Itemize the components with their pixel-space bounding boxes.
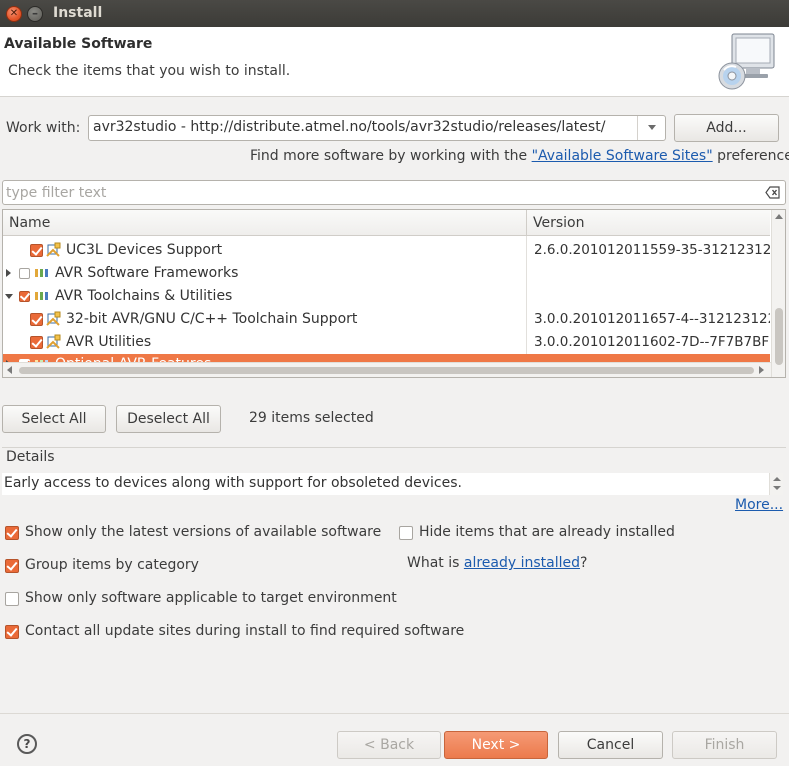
select-all-button[interactable]: Select All (2, 405, 106, 433)
horizontal-scrollbar[interactable] (3, 362, 771, 377)
chevron-down-icon (648, 125, 656, 130)
group-by-category-checkbox[interactable] (5, 559, 19, 573)
scroll-up-icon[interactable] (775, 214, 783, 219)
collapse-arrow-icon[interactable] (5, 294, 13, 299)
table-header: Name Version (3, 210, 770, 236)
vertical-scrollbar[interactable] (771, 210, 785, 377)
table-row[interactable]: AVR Toolchains & Utilities (3, 285, 770, 308)
already-installed-link[interactable]: already installed (464, 555, 580, 571)
expand-arrow-icon[interactable] (6, 269, 11, 277)
row-checkbox[interactable] (30, 244, 43, 257)
find-more-prefix: Find more software by working with the (250, 148, 532, 164)
row-checkbox[interactable] (30, 313, 43, 326)
contact-sites-checkbox[interactable] (5, 625, 19, 639)
what-is-installed-text: What is already installed? (407, 555, 587, 571)
contact-sites-label[interactable]: Contact all update sites during install … (25, 623, 464, 639)
deselect-all-button[interactable]: Deselect All (116, 405, 221, 433)
available-software-sites-link[interactable]: "Available Software Sites" (532, 148, 713, 164)
table-row[interactable]: AVR Utilities 3.0.0.201012011602-7D--7F7… (3, 331, 770, 354)
window-titlebar: ✕ – Install (0, 0, 789, 27)
row-checkbox[interactable] (30, 336, 43, 349)
software-tree-table[interactable]: Name Version UC3L Devices Support 2.6.0.… (2, 209, 786, 378)
scroll-down-icon[interactable] (773, 486, 781, 490)
filter-input[interactable] (6, 183, 756, 202)
find-more-suffix: preferences. (717, 148, 789, 164)
row-name: AVR Utilities (66, 334, 152, 350)
feature-plugin-icon (46, 334, 61, 349)
close-window-button[interactable]: ✕ (6, 6, 22, 22)
cancel-button[interactable]: Cancel (558, 731, 663, 759)
details-text: Early access to devices along with suppo… (4, 475, 462, 491)
work-with-combo[interactable]: avr32studio - http://distribute.atmel.no… (88, 115, 666, 141)
details-more-link[interactable]: More... (735, 497, 783, 513)
hide-installed-label[interactable]: Hide items that are already installed (419, 524, 675, 540)
scroll-left-icon[interactable] (7, 366, 12, 374)
category-icon (35, 292, 48, 300)
next-button[interactable]: Next > (444, 731, 548, 759)
group-by-category-label[interactable]: Group items by category (25, 557, 199, 573)
table-row[interactable]: 32-bit AVR/GNU C/C++ Toolchain Support 3… (3, 308, 770, 331)
what-is-prefix: What is (407, 555, 464, 571)
row-name: AVR Software Frameworks (55, 265, 239, 281)
vertical-scroll-thumb[interactable] (775, 308, 783, 365)
row-name: AVR Toolchains & Utilities (55, 288, 233, 304)
table-row[interactable]: AVR Software Frameworks (3, 262, 770, 285)
details-label: Details (6, 449, 55, 465)
what-is-suffix: ? (580, 555, 588, 571)
work-with-dropdown-button[interactable] (637, 116, 665, 140)
target-env-label[interactable]: Show only software applicable to target … (25, 590, 397, 606)
scroll-right-icon[interactable] (759, 366, 764, 374)
latest-versions-checkbox[interactable] (5, 526, 19, 540)
add-site-button[interactable]: Add... (674, 114, 779, 142)
category-icon (35, 269, 48, 277)
row-name: UC3L Devices Support (66, 242, 223, 258)
minimize-window-button[interactable]: – (27, 6, 43, 22)
column-divider (526, 210, 527, 236)
finish-button[interactable]: Finish (672, 731, 777, 759)
help-icon[interactable]: ? (17, 734, 37, 754)
details-text-area[interactable]: Early access to devices along with suppo… (2, 473, 783, 495)
work-with-label: Work with: (6, 120, 81, 136)
scroll-up-icon[interactable] (773, 477, 781, 481)
row-version: 3.0.0.201012011602-7D--7F7B7BF7B (534, 334, 770, 350)
find-more-software-text: Find more software by working with the "… (250, 148, 789, 164)
row-version: 3.0.0.201012011657-4--3121231227 (534, 311, 770, 327)
horizontal-scroll-thumb[interactable] (19, 367, 754, 374)
feature-plugin-icon (46, 311, 61, 326)
filter-field[interactable] (2, 180, 786, 205)
details-scrollbar[interactable] (769, 473, 783, 495)
column-header-version[interactable]: Version (533, 215, 584, 231)
footer-divider (0, 713, 789, 714)
work-with-value: avr32studio - http://distribute.atmel.no… (93, 119, 606, 135)
target-env-checkbox[interactable] (5, 592, 19, 606)
row-name: 32-bit AVR/GNU C/C++ Toolchain Support (66, 311, 358, 327)
row-version: 2.6.0.201012011559-35-3121231226 (534, 242, 770, 258)
page-title: Available Software (4, 36, 153, 52)
install-monitor-icon (718, 33, 775, 90)
table-row[interactable]: UC3L Devices Support 2.6.0.201012011559-… (3, 239, 770, 262)
page-subtitle: Check the items that you wish to install… (8, 63, 291, 79)
row-checkbox[interactable] (19, 291, 30, 302)
items-selected-count: 29 items selected (249, 410, 374, 426)
window-title: Install (53, 5, 103, 21)
feature-plugin-icon (46, 242, 61, 257)
latest-versions-label[interactable]: Show only the latest versions of availab… (25, 524, 381, 540)
hide-installed-checkbox[interactable] (399, 526, 413, 540)
clear-filter-icon[interactable] (765, 185, 781, 200)
row-checkbox[interactable] (19, 268, 30, 279)
header-banner: Available Software Check the items that … (0, 27, 789, 97)
back-button[interactable]: < Back (337, 731, 441, 759)
column-header-name[interactable]: Name (9, 215, 50, 231)
